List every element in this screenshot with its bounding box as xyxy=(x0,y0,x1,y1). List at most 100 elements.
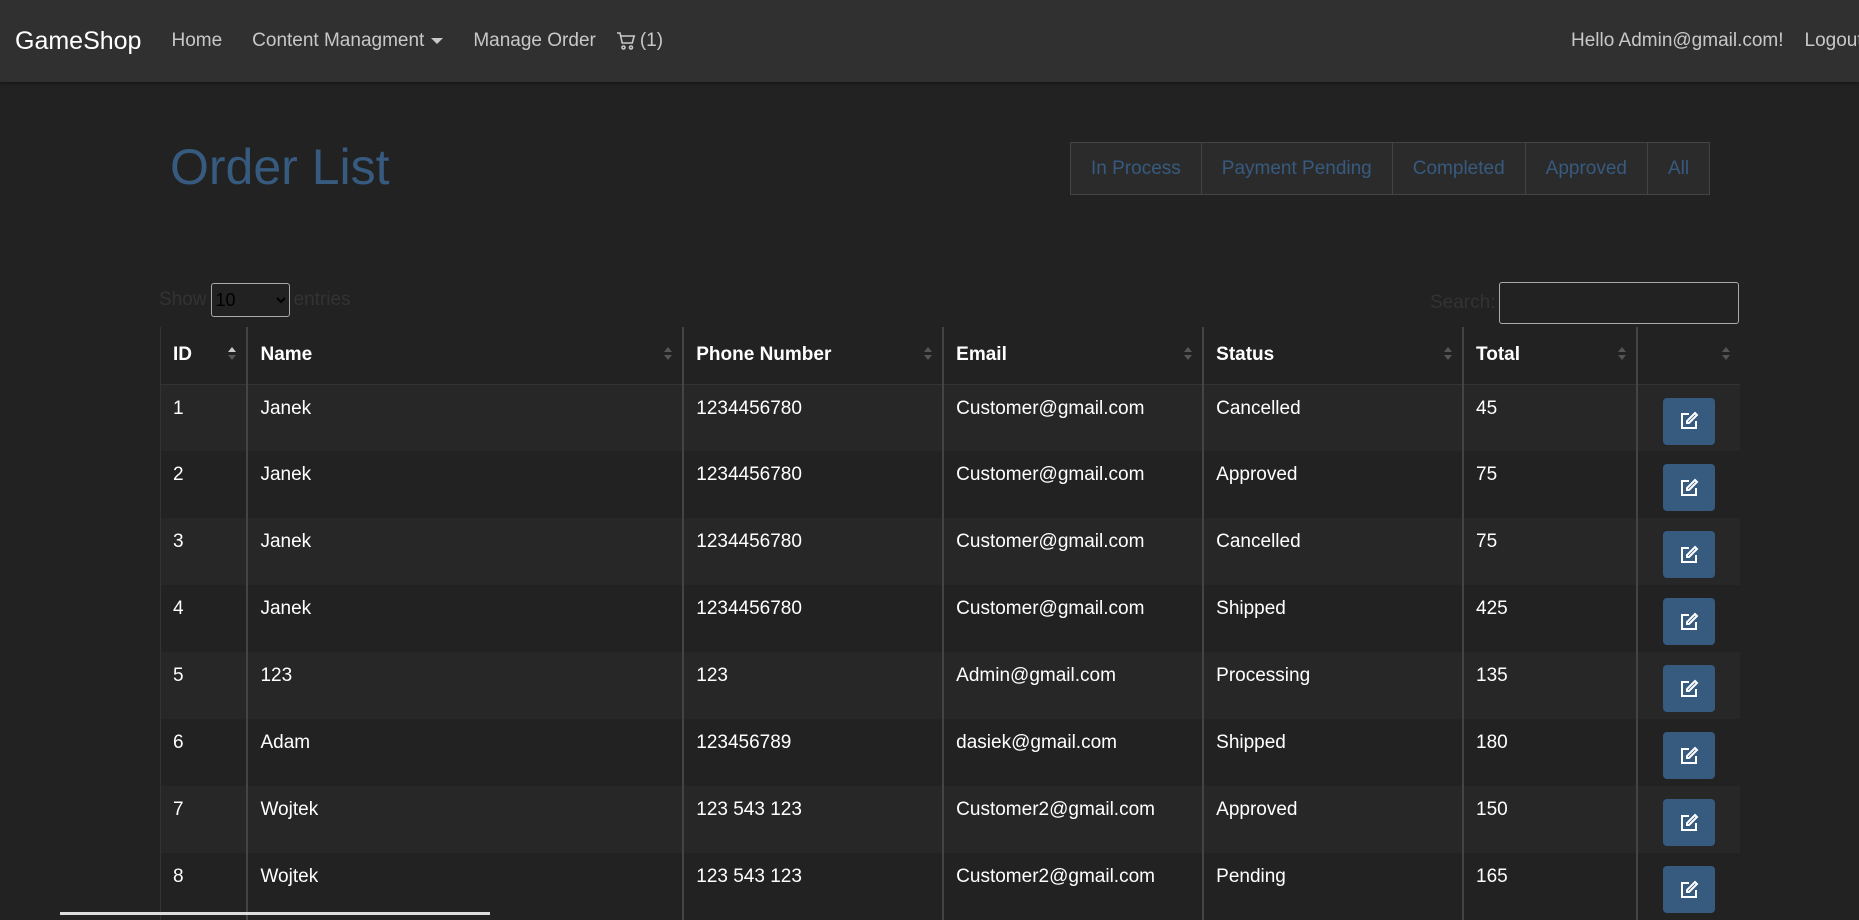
edit-order-button[interactable] xyxy=(1662,799,1715,846)
edit-order-button[interactable] xyxy=(1662,397,1715,445)
edit-order-button[interactable] xyxy=(1662,598,1715,645)
sort-icon xyxy=(664,347,673,360)
caret-down-icon xyxy=(431,38,444,44)
edit-icon xyxy=(1680,746,1699,764)
cell-email: Customer@gmail.com xyxy=(942,451,1204,518)
sort-icon xyxy=(1444,347,1453,360)
column-header-phone[interactable]: Phone Number xyxy=(682,327,944,385)
cell-name: Wojtek xyxy=(246,853,684,920)
column-header-label: Status xyxy=(1216,344,1275,366)
cell-id: 5 xyxy=(160,652,248,719)
status-filter-group: In Process Payment Pending Completed App… xyxy=(1070,142,1711,195)
column-header-id[interactable]: ID xyxy=(160,327,248,385)
table-row: 8 Wojtek 123 543 123 Customer2@gmail.com… xyxy=(160,853,1740,920)
cell-total: 135 xyxy=(1462,652,1637,719)
table-row: 5 123 123 Admin@gmail.com Processing 135 xyxy=(160,652,1740,719)
cell-id: 7 xyxy=(160,786,248,853)
column-header-email[interactable]: Email xyxy=(942,327,1204,385)
edit-icon xyxy=(1680,411,1699,429)
column-header-name[interactable]: Name xyxy=(246,327,684,385)
edit-order-button[interactable] xyxy=(1662,866,1715,913)
cell-total: 180 xyxy=(1462,719,1637,786)
cell-status: Cancelled xyxy=(1202,518,1464,585)
nav-cart-link[interactable]: (1) xyxy=(616,30,663,52)
cell-actions xyxy=(1635,719,1740,786)
sort-icon xyxy=(924,347,933,360)
column-header-label: ID xyxy=(173,344,192,366)
page-length-control: Show 10 entries xyxy=(159,283,351,317)
page-length-select[interactable]: 10 xyxy=(210,283,290,317)
nav-home-link[interactable]: Home xyxy=(171,30,222,52)
cell-id: 8 xyxy=(160,853,248,920)
edit-order-button[interactable] xyxy=(1662,531,1715,578)
column-header-actions[interactable] xyxy=(1635,327,1740,385)
cell-email: Admin@gmail.com xyxy=(942,652,1204,719)
cell-phone: 1234456780 xyxy=(682,585,944,652)
cell-email: Customer@gmail.com xyxy=(942,585,1204,652)
table-row: 7 Wojtek 123 543 123 Customer2@gmail.com… xyxy=(160,786,1740,853)
column-header-label: Name xyxy=(260,344,313,366)
cell-actions xyxy=(1635,585,1740,652)
edit-icon xyxy=(1680,478,1699,496)
cell-phone: 1234456780 xyxy=(682,384,944,451)
filter-all-button[interactable]: All xyxy=(1648,143,1710,194)
cell-actions xyxy=(1635,384,1740,451)
cell-status: Approved xyxy=(1202,451,1464,518)
edit-order-button[interactable] xyxy=(1662,665,1715,712)
sort-icon xyxy=(1722,347,1730,360)
sort-icon xyxy=(1184,347,1193,360)
orders-table: ID Name Phone Number Email Status Total … xyxy=(160,327,1740,920)
nav-content-dropdown[interactable]: Content Managment xyxy=(252,30,444,52)
edit-icon xyxy=(1680,813,1699,831)
filter-completed-button[interactable]: Completed xyxy=(1392,143,1526,194)
nav-manage-order-link[interactable]: Manage Order xyxy=(473,30,596,52)
edit-order-button[interactable] xyxy=(1662,464,1715,511)
cell-name: Janek xyxy=(246,384,684,451)
cell-id: 4 xyxy=(160,585,248,652)
cell-name: Adam xyxy=(246,719,684,786)
cell-email: Customer2@gmail.com xyxy=(942,786,1204,853)
logout-link[interactable]: Logout xyxy=(1805,30,1859,52)
cell-phone: 123 xyxy=(682,652,944,719)
cell-status: Shipped xyxy=(1202,719,1464,786)
filter-payment-pending-button[interactable]: Payment Pending xyxy=(1201,143,1393,194)
cell-total: 75 xyxy=(1462,518,1637,585)
edit-icon xyxy=(1680,679,1699,697)
cell-phone: 123456789 xyxy=(682,719,944,786)
cell-status: Cancelled xyxy=(1202,384,1464,451)
table-search-control: Search: xyxy=(1430,282,1740,324)
column-header-total[interactable]: Total xyxy=(1462,327,1637,385)
edit-icon xyxy=(1680,612,1699,630)
nav-content-label: Content Managment xyxy=(252,30,425,51)
brand-logo[interactable]: GameShop xyxy=(15,27,141,56)
cell-actions xyxy=(1635,786,1740,853)
cell-total: 425 xyxy=(1462,585,1637,652)
cell-actions xyxy=(1635,652,1740,719)
sort-icon xyxy=(228,347,237,360)
sort-icon xyxy=(1617,347,1626,360)
search-input[interactable] xyxy=(1499,282,1740,324)
cell-phone: 123 543 123 xyxy=(682,853,944,920)
search-label: Search: xyxy=(1430,292,1496,313)
cell-name: Janek xyxy=(246,518,684,585)
user-greeting-link[interactable]: Hello Admin@gmail.com! xyxy=(1571,30,1784,52)
cell-total: 150 xyxy=(1462,786,1637,853)
edit-icon xyxy=(1680,545,1699,563)
cell-phone: 1234456780 xyxy=(682,451,944,518)
cell-name: Wojtek xyxy=(246,786,684,853)
cell-email: Customer@gmail.com xyxy=(942,518,1204,585)
cell-status: Processing xyxy=(1202,652,1464,719)
cell-total: 75 xyxy=(1462,451,1637,518)
filter-in-process-button[interactable]: In Process xyxy=(1071,143,1202,194)
cell-email: dasiek@gmail.com xyxy=(942,719,1204,786)
edit-icon xyxy=(1680,880,1699,898)
edit-order-button[interactable] xyxy=(1662,732,1715,779)
table-row: 6 Adam 123456789 dasiek@gmail.com Shippe… xyxy=(160,719,1740,786)
column-header-label: Email xyxy=(956,344,1007,366)
filter-approved-button[interactable]: Approved xyxy=(1525,143,1648,194)
column-header-status[interactable]: Status xyxy=(1202,327,1464,385)
cell-actions xyxy=(1635,451,1740,518)
cell-id: 6 xyxy=(160,719,248,786)
table-row: 2 Janek 1234456780 Customer@gmail.com Ap… xyxy=(160,451,1740,518)
cell-id: 1 xyxy=(160,384,248,451)
